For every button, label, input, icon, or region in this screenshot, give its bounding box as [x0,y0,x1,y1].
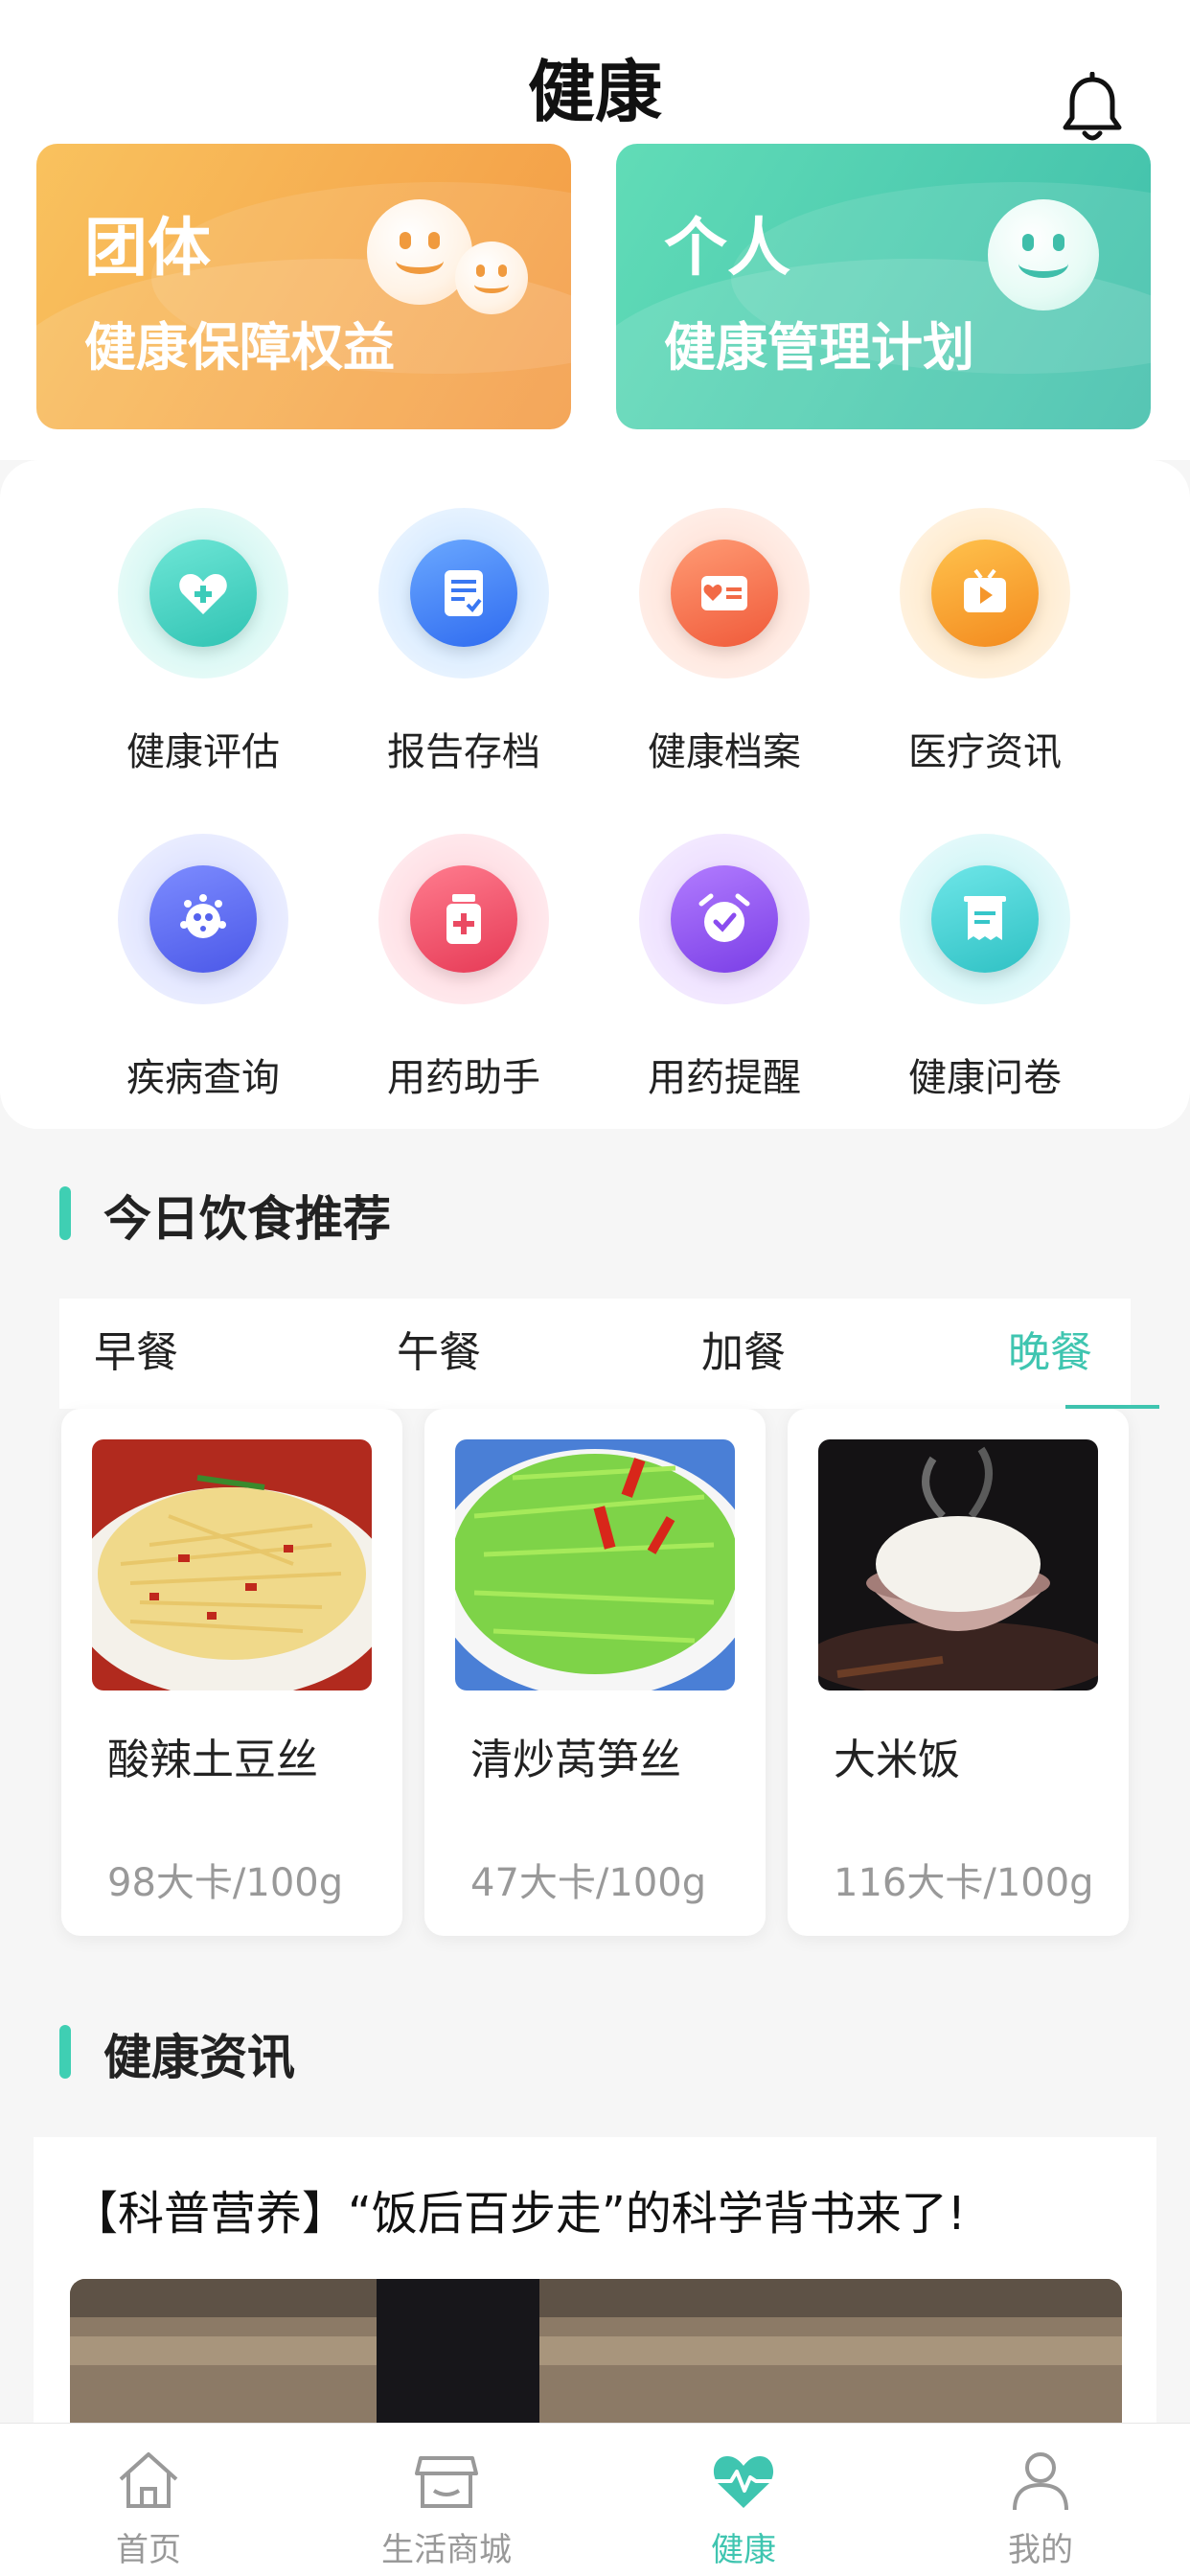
virus-icon [180,894,226,938]
tab-label: 首页 [116,2531,181,2569]
banner-subtitle: 健康管理计划 [664,317,974,378]
tab-store[interactable]: 生活商城 [360,2447,533,2570]
tab-snack[interactable]: 加餐 [701,1318,786,1379]
service-disease-query[interactable]: 疾病查询 [73,786,333,1100]
health-record-card-icon [701,576,747,610]
service-health-record[interactable]: 健康档案 [594,460,855,774]
tab-label: 健康 [711,2531,776,2569]
news-article-card[interactable]: 【科普营养】“饭后百步走”的科学背书来了! [34,2137,1156,2471]
food-calories: 98大卡/100g [107,1861,344,1905]
food-calories: 116大卡/100g [834,1861,1094,1905]
questionnaire-icon [964,896,1006,940]
tv-play-icon [964,568,1006,612]
service-label: 用药提醒 [648,1056,801,1100]
service-label: 医疗资讯 [908,730,1062,774]
news-article-title[interactable]: 【科普营养】“饭后百步走”的科学背书来了! [72,2175,966,2242]
smiley-icon [988,199,1099,310]
service-grid: 健康评估 报告存档 健康档案 医疗资讯 疾病查询 用药助手 用药提醒 健康问卷 [0,460,1190,1129]
service-label: 健康评估 [126,730,280,774]
tab-dinner[interactable]: 晚餐 [1008,1318,1092,1379]
banner-title: 个人 [664,211,790,285]
alarm-clock-icon [698,893,750,942]
group-benefits-banner[interactable]: 团体 健康保障权益 [36,144,571,429]
tab-label: 我的 [1008,2531,1073,2569]
food-calories: 47大卡/100g [470,1861,707,1905]
page-title: 健康 [528,53,662,131]
heart-plus-icon [179,574,227,614]
food-card[interactable]: 清炒莴笋丝 47大卡/100g [424,1409,766,1936]
bell-icon[interactable] [1059,72,1126,145]
food-card[interactable]: 酸辣土豆丝 98大卡/100g [61,1409,402,1936]
food-image [455,1439,735,1690]
food-name: 清炒莴笋丝 [470,1736,681,1784]
tab-profile[interactable]: 我的 [954,2447,1127,2570]
bottom-tab-bar: 首页 生活商城 健康 我的 [0,2423,1190,2576]
store-icon [415,2456,478,2508]
food-name: 酸辣土豆丝 [107,1736,318,1784]
section-accent-bar [59,2025,71,2079]
food-name: 大米饭 [834,1736,960,1784]
medicine-bottle-icon [446,894,481,944]
food-image [818,1439,1098,1690]
food-card[interactable]: 大米饭 116大卡/100g [788,1409,1129,1936]
service-report-archive[interactable]: 报告存档 [333,460,594,774]
diet-section-title: 今日饮食推荐 [103,1191,391,1247]
banner-subtitle: 健康保障权益 [84,317,395,378]
food-image [92,1439,372,1690]
tab-breakfast[interactable]: 早餐 [94,1318,178,1379]
service-label: 疾病查询 [126,1056,280,1100]
tab-label: 生活商城 [381,2531,512,2569]
service-label: 健康档案 [648,730,801,774]
smiley-small-icon [455,242,528,314]
service-label: 报告存档 [387,730,540,774]
personal-plan-banner[interactable]: 个人 健康管理计划 [616,144,1151,429]
service-label: 用药助手 [387,1056,540,1100]
tab-lunch[interactable]: 午餐 [397,1318,481,1379]
service-label: 健康问卷 [908,1056,1062,1100]
service-health-questionnaire[interactable]: 健康问卷 [855,786,1115,1100]
document-check-icon [445,570,483,616]
tab-home[interactable]: 首页 [62,2447,235,2570]
header-area: 健康 团体 健康保障权益 个人 健康管理计划 [0,0,1190,460]
home-icon [119,2452,178,2508]
news-section-title: 健康资讯 [103,2030,295,2085]
service-medicine-reminder[interactable]: 用药提醒 [594,786,855,1100]
service-health-assessment[interactable]: 健康评估 [73,460,333,774]
section-accent-bar [59,1186,71,1240]
tab-health[interactable]: 健康 [657,2447,830,2570]
meal-tabs: 早餐 午餐 加餐 晚餐 [59,1299,1159,1409]
user-icon [1013,2452,1068,2511]
banner-title: 团体 [84,211,211,285]
heartbeat-icon [713,2456,774,2508]
service-medicine-assistant[interactable]: 用药助手 [333,786,594,1100]
service-medical-news[interactable]: 医疗资讯 [855,460,1115,774]
